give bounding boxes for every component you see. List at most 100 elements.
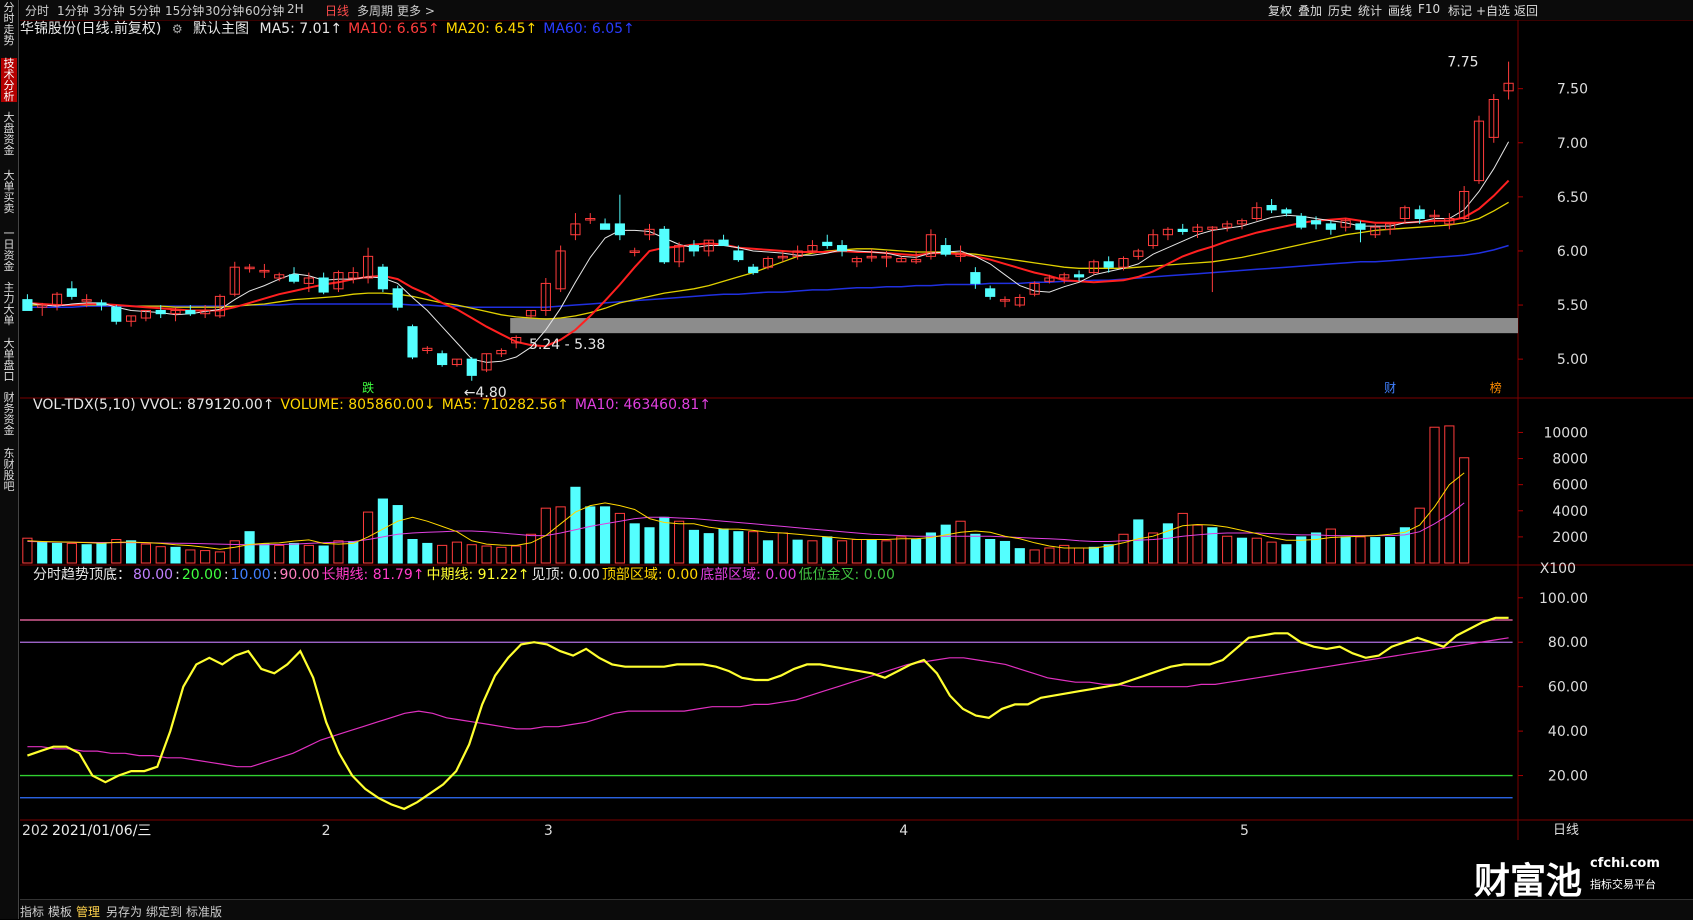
volume-bar bbox=[1236, 537, 1248, 564]
period-tab[interactable]: 更多 > bbox=[397, 2, 435, 19]
volume-bar bbox=[244, 531, 255, 564]
volume-bar bbox=[170, 546, 181, 564]
volume-legend: VOL-TDX(5,10) VVOL: 879120.00↑ VOLUME: 80… bbox=[33, 397, 717, 413]
period-tab[interactable]: 1分钟 bbox=[57, 2, 89, 19]
side-nav-item[interactable]: 大单买卖 bbox=[1, 170, 17, 214]
candle-body bbox=[822, 241, 833, 247]
side-nav-item[interactable]: 财务资金 bbox=[1, 392, 17, 436]
volume-bar bbox=[792, 539, 803, 564]
volume-bar bbox=[970, 533, 981, 564]
side-nav-item[interactable]: 大盘资金 bbox=[1, 112, 17, 156]
volume-bar bbox=[1177, 512, 1188, 564]
toolbar-button[interactable]: 画线 bbox=[1388, 2, 1412, 19]
candle-body bbox=[66, 288, 77, 297]
brand-logo: 财富池 bbox=[1474, 860, 1583, 902]
candle-body bbox=[614, 223, 625, 236]
ma-legend-item: MA5: 7.01↑ bbox=[259, 21, 343, 37]
volume-bar bbox=[1414, 507, 1425, 564]
period-tab[interactable]: 分时 bbox=[25, 2, 49, 19]
vol-ma10-line bbox=[27, 502, 1465, 546]
volume-bar bbox=[481, 545, 492, 564]
toolbar-button[interactable]: +自选 bbox=[1476, 2, 1510, 19]
volume-bar bbox=[688, 529, 700, 564]
volume-bar bbox=[836, 540, 848, 564]
period-tab[interactable]: 多周期 bbox=[357, 2, 393, 19]
volume-bar bbox=[318, 545, 329, 564]
ind-legend-item: 顶部区域: 0.00 bbox=[601, 567, 699, 583]
volume-bar bbox=[81, 544, 92, 564]
high-price-label: 7.75 bbox=[1447, 55, 1478, 71]
toolbar-button[interactable]: 叠加 bbox=[1298, 2, 1322, 19]
toolbar-button[interactable]: 统计 bbox=[1358, 2, 1382, 19]
toolbar-button[interactable]: 标记 bbox=[1448, 2, 1472, 19]
volume-bar bbox=[1385, 537, 1396, 564]
volume-bar bbox=[303, 544, 314, 564]
volume-bar bbox=[511, 545, 522, 564]
side-nav-item[interactable]: 一日资金 bbox=[1, 228, 17, 272]
toolbar-button[interactable]: 复权 bbox=[1268, 2, 1292, 19]
vol-tick-label: 2000 bbox=[1552, 530, 1588, 546]
bottom-toolbar-item[interactable]: 指标 bbox=[20, 903, 44, 920]
ind-tick-label: 20.00 bbox=[1548, 769, 1588, 785]
bottom-toolbar-item[interactable]: 管理 bbox=[76, 903, 100, 920]
bottom-toolbar-item[interactable]: 绑定到 bbox=[146, 903, 182, 920]
candle-body bbox=[1177, 228, 1188, 232]
period-tab[interactable]: 60分钟 bbox=[245, 2, 284, 19]
period-tab[interactable]: 2H bbox=[287, 2, 304, 16]
period-tab[interactable]: 5分钟 bbox=[129, 2, 161, 19]
price-tick-label: 6.50 bbox=[1557, 190, 1588, 206]
volume-bar bbox=[1133, 519, 1144, 564]
ind-legend-item: 90.00 bbox=[279, 567, 320, 583]
stock-chart[interactable]: 5.005.506.006.507.007.507.75←4.805.24 - … bbox=[20, 20, 1693, 899]
period-tab[interactable]: 3分钟 bbox=[93, 2, 125, 19]
ind-tick-label: 40.00 bbox=[1548, 724, 1588, 740]
toolbar-button[interactable]: F10 bbox=[1418, 2, 1440, 16]
date-axis-label: 5 bbox=[1240, 823, 1249, 839]
toolbar-button[interactable]: 返回 bbox=[1514, 2, 1538, 19]
period-tab[interactable]: 15分钟 bbox=[165, 2, 204, 19]
chart-name[interactable]: 默认主图 bbox=[193, 21, 249, 37]
volume-bar bbox=[866, 539, 877, 564]
candle-body bbox=[1281, 209, 1292, 214]
volume-bar bbox=[999, 540, 1011, 564]
volume-bar bbox=[466, 544, 477, 564]
volume-bar bbox=[96, 542, 107, 564]
volume-bar bbox=[1429, 426, 1440, 564]
side-nav-item[interactable]: 大单盘口 bbox=[1, 338, 17, 382]
toolbar-button[interactable]: 历史 bbox=[1328, 2, 1352, 19]
period-tab[interactable]: 日线 bbox=[325, 2, 349, 19]
settings-icon[interactable]: ⚙ bbox=[172, 22, 183, 36]
side-nav-item[interactable]: 分时走势 bbox=[1, 2, 17, 46]
candle-body bbox=[96, 302, 107, 306]
volume-bar bbox=[437, 544, 448, 564]
bottom-toolbar-item[interactable]: 标准版 bbox=[186, 903, 222, 920]
ind-legend-item: 见顶: 0.00 bbox=[531, 567, 600, 583]
bottom-toolbar-item[interactable]: 另存为 bbox=[106, 903, 142, 920]
bottom-toolbar-item[interactable]: 模板 bbox=[48, 903, 72, 920]
candle-body bbox=[155, 309, 166, 315]
candle-body bbox=[1310, 220, 1322, 225]
volume-bar bbox=[362, 511, 374, 564]
candle-body bbox=[288, 274, 300, 282]
vol-legend-item: VOL-TDX(5,10) VVOL: 879120.00↑ bbox=[33, 397, 275, 413]
volume-bar bbox=[1148, 532, 1159, 564]
stock-title[interactable]: 华锦股份(日线.前复权) bbox=[20, 21, 161, 37]
side-nav-item[interactable]: 主力大单 bbox=[1, 282, 17, 326]
volume-bar bbox=[985, 539, 996, 564]
volume-bar bbox=[674, 520, 685, 564]
period-tab[interactable]: 30分钟 bbox=[205, 2, 244, 19]
candle-body bbox=[659, 228, 670, 263]
brand-site: cfchi.com bbox=[1590, 856, 1660, 871]
ind-legend-item: 分时趋势顶底： bbox=[33, 567, 131, 583]
volume-bar bbox=[748, 531, 759, 564]
volume-bar bbox=[274, 544, 285, 564]
side-nav-item[interactable]: 技术分析 bbox=[1, 58, 17, 102]
side-nav-item[interactable]: 东财股吧 bbox=[1, 448, 17, 492]
ind-legend-item: 底部区域: 0.00 bbox=[700, 567, 797, 583]
vol-legend-item: MA10: 463460.81↑ bbox=[574, 397, 711, 413]
volume-bar bbox=[1355, 536, 1366, 564]
ind-legend-item: 中期线: 91.22↑ bbox=[426, 567, 530, 583]
candle-body bbox=[718, 239, 729, 247]
vol-unit: X100 bbox=[1540, 561, 1576, 577]
price-tick-label: 5.50 bbox=[1557, 298, 1588, 314]
